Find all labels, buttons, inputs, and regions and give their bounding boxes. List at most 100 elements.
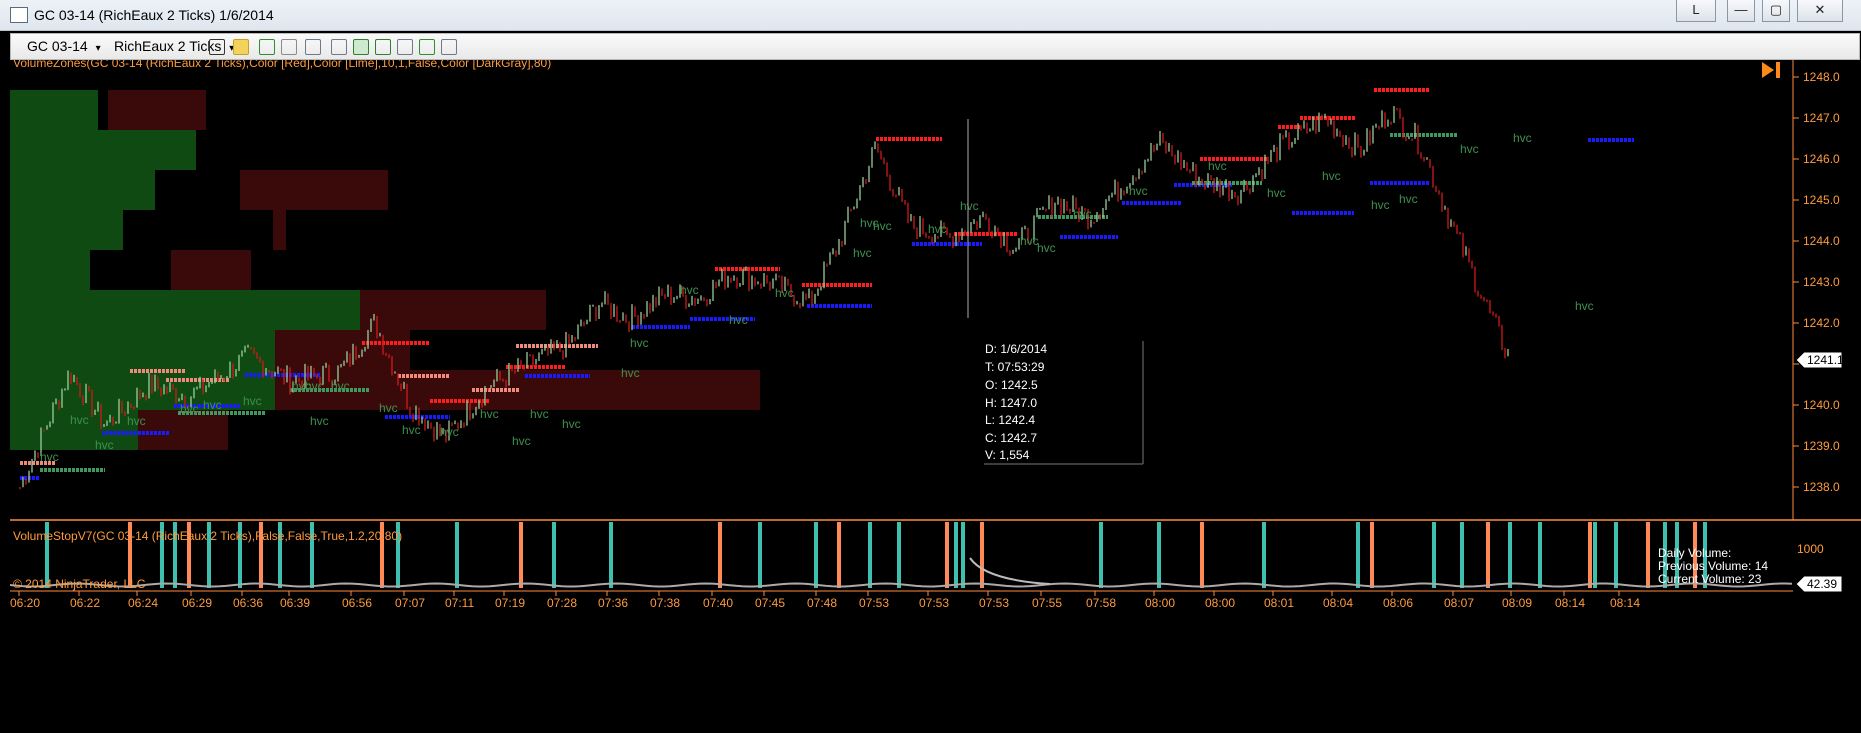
price-chart[interactable]: hvchvchvchvchvc hvc hvchvchvchvchvchvchvc h… [10, 60, 1861, 733]
current-volume-tag: 42.39 [1795, 575, 1843, 593]
volume-signal-bar [1486, 522, 1490, 588]
cursor-select-icon[interactable] [305, 39, 321, 55]
maximize-button[interactable]: ▢ [1762, 0, 1790, 22]
volume-signal-bar [1646, 522, 1650, 588]
volume-signal-bar [945, 522, 949, 588]
hvc-label: hvc [1037, 241, 1056, 255]
hvc-label: hvc [1575, 299, 1594, 313]
drawing-pencil-icon[interactable] [233, 39, 249, 55]
price-tick-label: 1248.0 [1803, 70, 1840, 84]
volume-signal-bar [552, 522, 556, 588]
time-tick-label: 08:04 [1323, 596, 1353, 610]
volume-signal-bar [1200, 522, 1204, 588]
time-tick-label: 06:36 [233, 596, 263, 610]
time-tick-label: 07:58 [1086, 596, 1116, 610]
dollar-icon[interactable] [419, 39, 435, 55]
zoom-icon[interactable] [331, 39, 347, 55]
time-tick-label: 06:29 [182, 596, 212, 610]
volume-zone-buy [10, 210, 123, 250]
hvc-label: hvc [203, 398, 222, 412]
chevron-down-icon: ▾ [95, 43, 101, 54]
volume-axis-1000: 1000 [1797, 542, 1824, 556]
hvc-label: hvc [630, 336, 649, 350]
current-price-value: 1241.1 [1807, 353, 1844, 367]
remove-drawing-icon[interactable] [281, 39, 297, 55]
volume-signal-bar [868, 522, 872, 588]
indicators-icon[interactable] [375, 39, 391, 55]
previous-volume-label: Previous Volume: 14 [1658, 559, 1768, 573]
volume-signal-bar [1460, 522, 1464, 588]
volume-signal-bar [897, 522, 901, 588]
time-tick-label: 06:24 [128, 596, 158, 610]
volume-signal-bar [814, 522, 818, 588]
hvc-label: hvc [621, 366, 640, 380]
time-tick-label: 07:45 [755, 596, 785, 610]
hvc-label: hvc [512, 434, 531, 448]
volume-signal-bar [1432, 522, 1436, 588]
daily-volume-label: Daily Volume: [1658, 546, 1731, 560]
hvc-label: hvc [853, 246, 872, 260]
hvc-label: hvc [1073, 207, 1092, 221]
time-tick-label: 07:28 [547, 596, 577, 610]
time-tick-label: 06:22 [70, 596, 100, 610]
sub-indicator-label: VolumeStopV7(GC 03-14 (RichEaux 2 Ticks)… [13, 529, 402, 543]
hvc-label: hvc [1399, 192, 1418, 206]
time-tick-label: 08:00 [1205, 596, 1235, 610]
close-button[interactable]: ✕ [1797, 0, 1843, 22]
volume-signal-bar [609, 522, 613, 588]
hvc-label: hvc [95, 438, 114, 452]
time-tick-label: 07:38 [650, 596, 680, 610]
chart-toolbar: GC 03-14 ▾ RichEaux 2 Ticks ▾ [10, 33, 1860, 60]
time-tick-label: 06:20 [10, 596, 40, 610]
hvc-label: hvc [1208, 159, 1227, 173]
time-tick-label: 08:14 [1555, 596, 1585, 610]
price-tick-label: 1240.0 [1803, 398, 1840, 412]
hvc-label: hvc [180, 402, 199, 416]
volume-zone-sell [275, 330, 410, 370]
time-tick-label: 06:39 [280, 596, 310, 610]
title-bar: GC 03-14 (RichEaux 2 Ticks) 1/6/2014 L —… [0, 0, 1861, 31]
current-volume-label: Current Volume: 23 [1658, 572, 1762, 586]
data-box-high: H: 1247.0 [985, 396, 1037, 410]
time-tick-label: 07:40 [703, 596, 733, 610]
hvc-label: hvc [775, 286, 794, 300]
hvc-label: hvc [127, 414, 146, 428]
time-tick-label: 08:14 [1610, 596, 1640, 610]
hvc-label: hvc [379, 401, 398, 415]
volume-zone-sell [138, 410, 228, 450]
chart-app-icon [10, 7, 28, 23]
chart-properties-icon[interactable] [353, 39, 369, 55]
time-tick-label: 08:07 [1444, 596, 1474, 610]
time-tick-label: 07:53 [979, 596, 1009, 610]
volume-signal-bar [1356, 522, 1360, 588]
instrument-label: GC 03-14 [27, 38, 88, 54]
price-tick-label: 1239.0 [1803, 439, 1840, 453]
hvc-label: hvc [530, 407, 549, 421]
volume-zone-buy [10, 250, 90, 290]
minimize-button[interactable]: — [1727, 0, 1755, 22]
hvc-label: hvc [402, 423, 421, 437]
main-indicator-label: VolumeZones(GC 03-14 (RichEaux 2 Ticks),… [13, 60, 551, 70]
strategies-icon[interactable] [397, 39, 413, 55]
hvc-label: hvc [1460, 142, 1479, 156]
bar-type-icon[interactable] [209, 39, 225, 55]
volume-signal-bar [1614, 522, 1618, 588]
hvc-label: hvc [873, 219, 892, 233]
time-tick-label: 07:53 [919, 596, 949, 610]
hvc-label: hvc [40, 450, 59, 464]
chart-window: GC 03-14 (RichEaux 2 Ticks) 1/6/2014 L —… [0, 0, 1861, 733]
hvc-label: hvc [562, 417, 581, 431]
instrument-selector[interactable]: GC 03-14 ▾ [27, 38, 101, 54]
price-tick-label: 1247.0 [1803, 111, 1840, 125]
time-tick-label: 08:01 [1264, 596, 1294, 610]
add-indicator-icon[interactable] [259, 39, 275, 55]
time-tick-label: 08:09 [1502, 596, 1532, 610]
volume-signal-bar [1538, 522, 1542, 588]
volume-signal-bar [1593, 522, 1597, 588]
data-box-icon[interactable] [441, 39, 457, 55]
volume-signal-bar [1588, 522, 1592, 588]
link-button[interactable]: L [1676, 0, 1716, 22]
time-tick-label: 07:48 [807, 596, 837, 610]
hvc-label: hvc [729, 313, 748, 327]
time-tick-label: 06:56 [342, 596, 372, 610]
